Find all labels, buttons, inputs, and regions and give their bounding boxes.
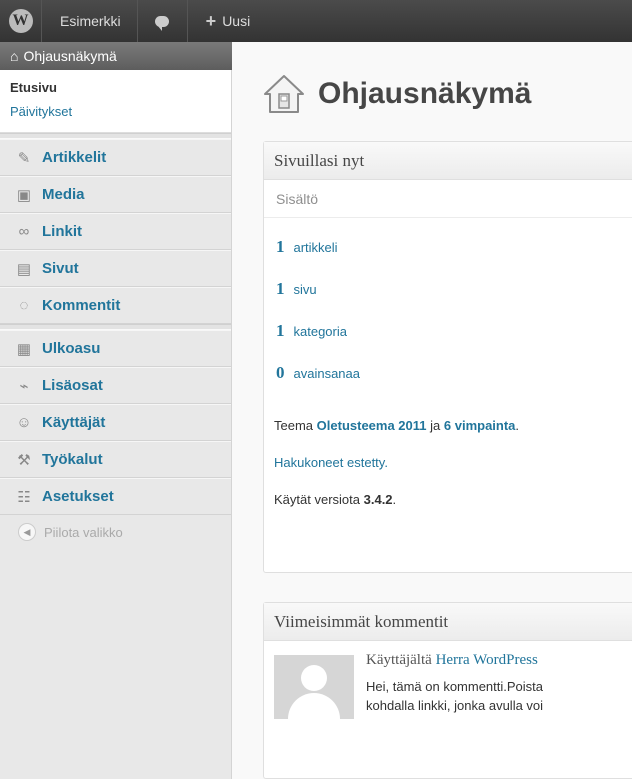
comment-author-line: Käyttäjältä Herra WordPress (366, 652, 543, 669)
stat-tags-label: avainsanaa (293, 365, 361, 381)
theme-info: Teema Oletusteema 2011 ja 6 vimpainta. (264, 418, 632, 433)
new-label: Uusi (222, 13, 251, 29)
stat-categories[interactable]: 1 kategoria (264, 310, 632, 352)
link-icon: ∞ (18, 223, 30, 240)
stat-pages-count: 1 (276, 279, 285, 298)
stat-tags-count: 0 (276, 363, 285, 382)
menu-settings[interactable]: ☷ Asetukset (0, 478, 231, 515)
menu-users-label: Käyttäjät (42, 414, 106, 431)
comments-icon: ◌ (19, 297, 29, 314)
users-icon: ☺ (16, 414, 32, 431)
right-now-header[interactable]: Sivuillasi nyt (264, 142, 632, 180)
menu-pages[interactable]: ▤ Sivut (0, 250, 231, 287)
stat-posts[interactable]: 1 artikkeli (264, 226, 632, 268)
theme-link[interactable]: Oletusteema 2011 (317, 418, 427, 433)
comment-text-line-1: Hei, tämä on kommentti.Poista (366, 679, 544, 694)
comment-bubble-icon (155, 15, 170, 31)
menu-pages-label: Sivut (42, 260, 79, 277)
recent-comments-title: Viimeisimmät kommentit (274, 611, 449, 631)
comment-author-link[interactable]: Herra WordPress (436, 652, 538, 668)
version-info: Käytät versiota 3.4.2. (264, 492, 632, 507)
plus-icon: + (205, 10, 217, 31)
search-engines-link[interactable]: Hakukoneet estetty. (274, 455, 388, 470)
wp-logo-button[interactable]: W (0, 0, 42, 42)
right-now-title: Sivuillasi nyt (274, 150, 365, 170)
avatar (274, 655, 354, 719)
menu-appearance[interactable]: ▦ Ulkoasu (0, 330, 231, 367)
recent-comments-header[interactable]: Viimeisimmät kommentit (264, 603, 632, 641)
collapse-arrow-icon: ◀ (18, 523, 36, 541)
stat-tags[interactable]: 0 avainsanaa (264, 352, 632, 394)
menu-media[interactable]: ▣ Media (0, 176, 231, 213)
version-prefix: Käytät versiota (274, 492, 360, 507)
pages-icon: ▤ (16, 260, 32, 278)
pin-icon: ✎ (17, 149, 31, 167)
comment-author-prefix: Käyttäjältä (366, 652, 432, 668)
stat-pages-label: sivu (293, 281, 317, 297)
menu-posts-label: Artikkelit (42, 149, 107, 166)
menu-comments-label: Kommentit (42, 297, 121, 314)
wordpress-logo-icon: W (8, 9, 33, 33)
menu-links-label: Linkit (42, 223, 82, 240)
stat-posts-count: 1 (276, 237, 285, 256)
main-content: Ohjausnäkymä Sivuillasi nyt Sisältö 1 ar… (232, 42, 632, 779)
stat-categories-count: 1 (276, 321, 285, 340)
settings-icon: ☷ (17, 488, 31, 506)
page-header: Ohjausnäkymä (262, 72, 531, 116)
menu-links[interactable]: ∞ Linkit (0, 213, 231, 250)
stat-posts-label: artikkeli (293, 239, 338, 255)
admin-menu: ⌂ Ohjausnäkymä Etusivu Päivitykset ✎ Art… (0, 42, 244, 779)
comment-excerpt: Hei, tämä on kommentti.Poista kohdalla l… (366, 677, 543, 715)
menu-settings-label: Asetukset (42, 488, 114, 505)
home-icon: ⌂ (10, 48, 19, 64)
collapse-menu-label: Piilota valikko (44, 524, 123, 540)
menu-dashboard-label: Ohjausnäkymä (23, 48, 117, 64)
theme-suffix: . (515, 418, 520, 433)
theme-prefix: Teema (274, 418, 314, 433)
widgets-link[interactable]: 6 vimpainta (444, 418, 516, 433)
submenu-home[interactable]: Etusivu (0, 76, 231, 100)
comment-text-line-2: kohdalla linkki, jonka avulla voi (366, 698, 544, 713)
page-title: Ohjausnäkymä (318, 77, 532, 110)
theme-mid: ja (430, 418, 441, 433)
version-number: 3.4.2 (363, 492, 393, 507)
comment-body: Käyttäjältä Herra WordPress Hei, tämä on… (366, 652, 543, 719)
menu-tools[interactable]: ⚒ Työkalut (0, 441, 231, 478)
stat-pages[interactable]: 1 sivu (264, 268, 632, 310)
admin-bar: W Esimerkki + Uusi (0, 0, 632, 42)
dashboard-house-icon (262, 72, 306, 116)
site-name: Esimerkki (60, 13, 121, 29)
collapse-menu-button[interactable]: ◀ Piilota valikko (0, 515, 231, 549)
plugins-icon: ⌁ (19, 377, 29, 395)
menu-tools-label: Työkalut (42, 451, 103, 468)
tools-icon: ⚒ (17, 451, 31, 469)
menu-posts[interactable]: ✎ Artikkelit (0, 139, 231, 176)
menu-plugins[interactable]: ⌁ Lisäosat (0, 367, 231, 404)
version-suffix: . (392, 492, 397, 507)
new-content-button[interactable]: + Uusi (188, 0, 265, 42)
menu-media-label: Media (42, 186, 85, 203)
menu-plugins-label: Lisäosat (42, 377, 103, 394)
appearance-icon: ▦ (16, 340, 32, 358)
menu-comments[interactable]: ◌ Kommentit (0, 287, 231, 324)
dashboard-submenu: Etusivu Päivitykset (0, 70, 231, 133)
menu-users[interactable]: ☺ Käyttäjät (0, 404, 231, 441)
right-now-widget: Sivuillasi nyt Sisältö 1 artikkeli 1 siv… (263, 141, 632, 573)
comments-button[interactable] (138, 0, 188, 42)
content-section-label: Sisältö (264, 180, 632, 218)
search-engines-notice: Hakukoneet estetty. (264, 455, 632, 470)
media-icon: ▣ (16, 186, 32, 204)
menu-dashboard[interactable]: ⌂ Ohjausnäkymä (0, 42, 244, 70)
menu-appearance-label: Ulkoasu (42, 340, 101, 357)
recent-comments-widget: Viimeisimmät kommentit Käyttäjältä Herra… (263, 602, 632, 779)
comment-item: Käyttäjältä Herra WordPress Hei, tämä on… (264, 641, 632, 719)
submenu-updates[interactable]: Päivitykset (0, 100, 231, 124)
site-name-link[interactable]: Esimerkki (42, 0, 138, 42)
stat-categories-label: kategoria (293, 323, 347, 339)
